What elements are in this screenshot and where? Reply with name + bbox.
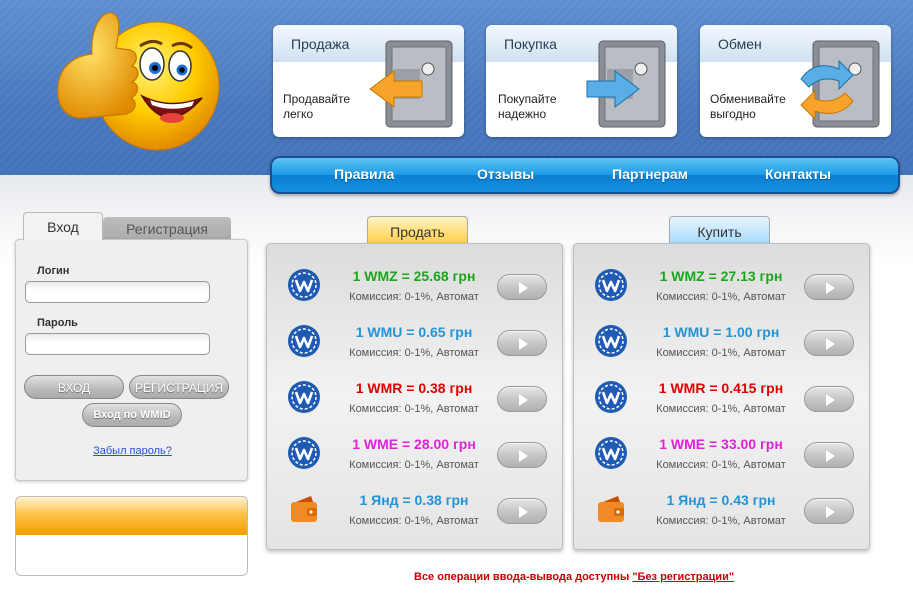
commission-text: Комиссия: 0-1%, Автомат [349,347,479,359]
webmoney-icon [287,380,321,414]
safe-orange-arrow-icon [369,40,453,128]
webmoney-icon [594,380,628,414]
rate-text: 1 WME = 28.00 грн [352,436,476,452]
safe-exchange-arrows-icon [800,40,880,128]
rate-row: 1 WMR = 0.415 грн Комиссия: 0-1%, Автомат [574,376,871,432]
rate-row: 1 WMZ = 25.68 грн Комиссия: 0-1%, Автомат [267,264,564,320]
play-arrow-button[interactable] [497,330,547,356]
rate-row: 1 WMZ = 27.13 грн Комиссия: 0-1%, Автомат [574,264,871,320]
webmoney-icon [287,324,321,358]
safe-blue-arrow-icon [586,40,666,128]
play-arrow-button[interactable] [497,498,547,524]
rate-row: 1 WMU = 0.65 грн Комиссия: 0-1%, Автомат [267,320,564,376]
card-description: Продавайте легко [283,92,351,121]
play-arrow-button[interactable] [804,386,854,412]
widget-header [16,497,247,535]
rate-row: 1 Янд = 0.43 грн Комиссия: 0-1%, Автомат [574,488,871,544]
card-description: Покупайте надежно [498,92,557,121]
commission-text: Комиссия: 0-1%, Автомат [349,291,479,303]
login-button[interactable]: ВХОД [24,375,124,399]
play-arrow-button[interactable] [804,442,854,468]
tab-sell[interactable]: Продать [367,216,468,244]
play-arrow-button[interactable] [804,274,854,300]
commission-text: Комиссия: 0-1%, Автомат [656,291,786,303]
commission-text: Комиссия: 0-1%, Автомат [349,515,479,527]
play-arrow-button[interactable] [804,330,854,356]
tab-login[interactable]: Вход [23,212,103,240]
rate-row: 1 WMR = 0.38 грн Комиссия: 0-1%, Автомат [267,376,564,432]
rate-text: 1 WMR = 0.415 грн [658,380,784,396]
play-arrow-button[interactable] [497,274,547,300]
register-button[interactable]: РЕГИСТРАЦИЯ [129,375,229,399]
play-arrow-button[interactable] [497,386,547,412]
rate-text: 1 WMZ = 27.13 грн [659,268,783,284]
webmoney-icon [594,268,628,302]
rate-text: 1 WMU = 1.00 грн [662,324,780,340]
login-input[interactable] [25,281,210,303]
webmoney-icon [287,436,321,470]
commission-text: Комиссия: 0-1%, Автомат [656,459,786,471]
rate-row: 1 WME = 28.00 грн Комиссия: 0-1%, Автомат [267,432,564,488]
rate-text: 1 Янд = 0.38 грн [359,492,469,508]
commission-text: Комиссия: 0-1%, Автомат [656,403,786,415]
commission-text: Комиссия: 0-1%, Автомат [656,347,786,359]
commission-text: Комиссия: 0-1%, Автомат [349,403,479,415]
card-sell[interactable]: Продажа Продавайте легко [273,25,464,137]
webmoney-icon [594,324,628,358]
rate-text: 1 WMR = 0.38 грн [355,380,473,396]
commission-text: Комиссия: 0-1%, Автомат [349,459,479,471]
play-arrow-button[interactable] [804,498,854,524]
commission-text: Комиссия: 0-1%, Автомат [656,515,786,527]
nav-reviews[interactable]: Отзывы [477,166,534,182]
password-input[interactable] [25,333,210,355]
rate-row: 1 Янд = 0.38 грн Комиссия: 0-1%, Автомат [267,488,564,544]
rate-row: 1 WME = 33.00 грн Комиссия: 0-1%, Автомат [574,432,871,488]
yandex-wallet-icon [287,492,321,526]
forgot-password-link[interactable]: Забыл пароль? [16,445,249,457]
nav-partners[interactable]: Партнерам [612,166,688,182]
card-description: Обменивайте выгодно [710,92,786,121]
sell-panel: 1 WMZ = 25.68 грн Комиссия: 0-1%, Автомат… [266,243,563,550]
nav-rules[interactable]: Правила [334,166,394,182]
no-registration-link[interactable]: "Без регистрации" [632,571,734,583]
wmid-login-button[interactable]: Вход по WMID [82,403,182,427]
rate-text: 1 WME = 33.00 грн [659,436,783,452]
login-label: Логин [37,265,70,277]
rate-text: 1 WMZ = 25.68 грн [352,268,476,284]
info-widget [15,496,248,576]
notice-text: Все операции ввода-вывода доступны "Без … [414,571,735,583]
webmoney-icon [594,436,628,470]
login-form: Логин Пароль ВХОД РЕГИСТРАЦИЯ Вход по WM… [15,239,248,481]
buy-panel: 1 WMZ = 27.13 грн Комиссия: 0-1%, Автомат… [573,243,870,550]
play-arrow-button[interactable] [497,442,547,468]
yandex-wallet-icon [594,492,628,526]
rate-text: 1 Янд = 0.43 грн [666,492,776,508]
tab-buy[interactable]: Купить [669,216,770,244]
rate-text: 1 WMU = 0.65 грн [355,324,473,340]
card-buy[interactable]: Покупка Покупайте надежно [486,25,677,137]
main-nav: Правила Отзывы Партнерам Контакты [270,156,900,194]
nav-contacts[interactable]: Контакты [765,166,831,182]
rate-row: 1 WMU = 1.00 грн Комиссия: 0-1%, Автомат [574,320,871,376]
smiley-thumbs-up-logo[interactable] [52,6,222,156]
password-label: Пароль [37,317,78,329]
webmoney-icon [287,268,321,302]
card-exchange[interactable]: Обмен Обменивайте выгодно [700,25,891,137]
